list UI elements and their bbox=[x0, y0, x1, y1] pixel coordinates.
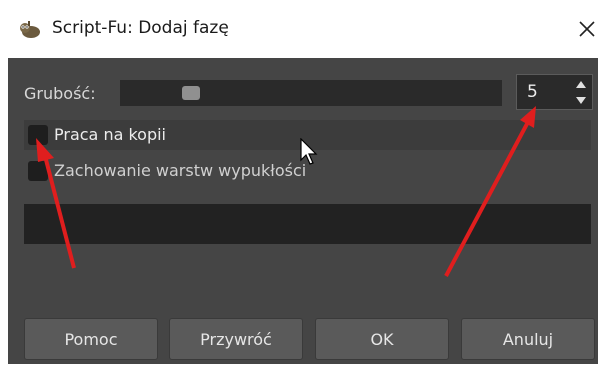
chevron-down-icon[interactable] bbox=[571, 92, 591, 108]
thickness-slider[interactable] bbox=[120, 80, 502, 106]
keep-bump-layer-checkbox[interactable] bbox=[28, 161, 48, 181]
script-fu-dialog: Script-Fu: Dodaj fazę Grubość: Praca na … bbox=[0, 0, 606, 372]
ok-button[interactable]: OK bbox=[315, 318, 449, 360]
thickness-input[interactable] bbox=[517, 75, 573, 109]
thickness-label: Grubość: bbox=[24, 84, 96, 103]
reset-button[interactable]: Przywróć bbox=[169, 318, 303, 360]
thickness-spinbutton[interactable] bbox=[516, 74, 593, 110]
work-on-copy-label: Praca na kopii bbox=[54, 125, 166, 144]
keep-bump-layer-label: Zachowanie warstw wypukłości bbox=[54, 161, 307, 180]
gimp-wilber-icon bbox=[18, 20, 42, 40]
chevron-up-icon[interactable] bbox=[571, 76, 591, 92]
slider-handle[interactable] bbox=[182, 86, 200, 100]
mouse-cursor-icon bbox=[300, 137, 320, 166]
progress-area bbox=[24, 204, 591, 244]
help-button[interactable]: Pomoc bbox=[24, 318, 158, 360]
cancel-button[interactable]: Anuluj bbox=[461, 318, 595, 360]
work-on-copy-checkbox[interactable] bbox=[28, 125, 48, 145]
dialog-body: Grubość: Praca na kopii Zachowanie warst… bbox=[8, 58, 598, 364]
title-bar[interactable]: Script-Fu: Dodaj fazę bbox=[0, 0, 606, 58]
window-title: Script-Fu: Dodaj fazę bbox=[52, 18, 229, 38]
close-icon[interactable] bbox=[572, 14, 602, 44]
